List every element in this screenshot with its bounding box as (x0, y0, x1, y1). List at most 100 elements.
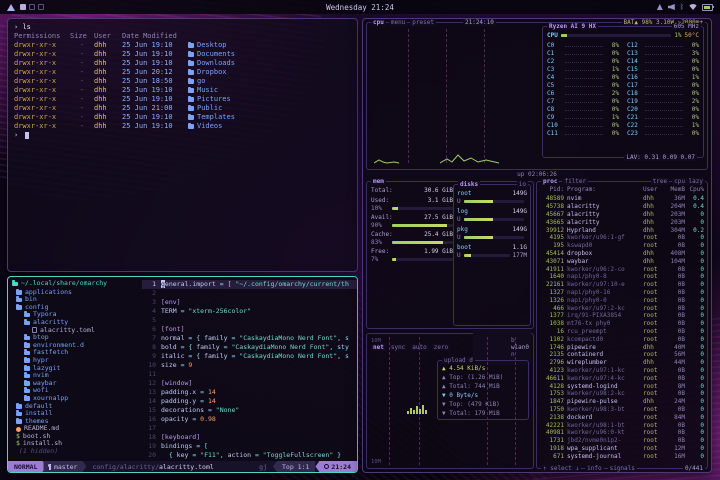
process-option-button[interactable]: tree (651, 178, 669, 185)
code-line[interactable]: 4TERM = "xterm-256color" (142, 307, 357, 316)
code-line[interactable]: 7normal = { family = "CaskaydiaMono Nerd… (142, 334, 357, 343)
process-row[interactable]: 466 kworker/u97:2-kc root 0B 0 (538, 304, 706, 312)
tree-root[interactable]: ~/.local/share/omarchy (12, 280, 142, 288)
graph-gridline (446, 29, 447, 163)
process-row[interactable]: 22161 kworker/u97:10-e root 0B 0 (538, 281, 706, 289)
preset-button[interactable]: preset (410, 19, 436, 26)
process-row[interactable]: 4195 kworker/u96:1-gf root 0B 0 (538, 234, 706, 242)
process-row[interactable]: 1640 napi/phy0-8 root 0B 0 (538, 273, 706, 281)
process-row[interactable]: 1746 pipewire dhh 40M 0 (538, 343, 706, 351)
process-row[interactable]: 45667 alacritty dhh 203M 0 (538, 211, 706, 219)
process-row[interactable]: 1847 pipewire-pulse dhh 24M 0 (538, 398, 706, 406)
wifi-icon[interactable] (689, 4, 697, 10)
info-button[interactable]: info (585, 465, 603, 472)
code-pane[interactable]: 1general.import = [ "~/.config/omarchy/c… (142, 277, 357, 461)
disk-usage-meter (464, 236, 524, 239)
code-line[interactable]: 2 (142, 289, 357, 298)
code-line[interactable]: 19bindings = [ (142, 442, 357, 451)
process-row[interactable]: 46611 kworker/u97:4-kc root 0B 0 (538, 374, 706, 382)
tree-item[interactable]: config (12, 304, 142, 312)
code-line[interactable]: 3[env] (142, 298, 357, 307)
tree-item[interactable]: nvim (12, 372, 142, 380)
process-row[interactable]: 4128 systemd-logind root 8M 0 (538, 382, 706, 390)
process-row[interactable]: 4123 kworker/u97:1-kc root 0B 0 (538, 367, 706, 375)
code-line[interactable]: 16opacity = 0.98 (142, 415, 357, 424)
code-line[interactable]: 13padding.x = 14 (142, 388, 357, 397)
process-row[interactable]: 1326 napi/phy0-0 root 0B 0 (538, 296, 706, 304)
process-row[interactable]: 1918 wpa_supplicant root 12M 0 (538, 445, 706, 453)
workspace-dot[interactable] (20, 4, 26, 10)
filter-button[interactable]: filter (562, 178, 588, 185)
tree-item[interactable]: environment.d (12, 342, 142, 350)
process-row[interactable]: 45738 alacritty dhh 204M 0.4 (538, 203, 706, 211)
network-stats-title[interactable]: upload d (442, 357, 475, 364)
process-row[interactable]: 43665 alacritty dhh 203M 0 (538, 218, 706, 226)
tree-item[interactable]: fastfetch (12, 349, 142, 357)
process-row[interactable]: 2796 wireplumber dhh 44M 0 (538, 359, 706, 367)
process-option-button[interactable]: cpu lazy (672, 178, 705, 185)
code-line[interactable]: 6[font] (142, 325, 357, 334)
process-row[interactable]: 16 rcu_preempt root 0B 0 (538, 328, 706, 336)
code-line[interactable]: 1general.import = [ "~/.config/omarchy/c… (142, 280, 357, 289)
process-row[interactable]: 1750 kworker/u98:3-bt root 0B 0 (538, 406, 706, 414)
code-line[interactable]: 9italic = { family = "CaskaydiaMono Nerd… (142, 352, 357, 361)
tree-item[interactable]: hypr (12, 357, 142, 365)
code-line[interactable]: 14padding.y = 14 (142, 397, 357, 406)
tree-item[interactable]: (1 hidden) (12, 448, 142, 456)
process-row[interactable]: 1038 mt76-tx phy0 root 0B 0 (538, 320, 706, 328)
process-cpu: 0 (688, 336, 704, 343)
process-row[interactable]: 1731 jbd2/nvme0n1p2- root 0B 0 (538, 437, 706, 445)
terminal-prompt-line[interactable]: › (14, 131, 351, 140)
code-line[interactable]: 11 (142, 370, 357, 379)
code-line[interactable]: 12[window] (142, 379, 357, 388)
core-graph (645, 123, 683, 127)
tree-item[interactable]: waybar (12, 380, 142, 388)
network-mode-button[interactable]: zero (432, 344, 450, 351)
menu-button[interactable]: menu (389, 19, 407, 26)
code-line[interactable]: 5 (142, 316, 357, 325)
network-mode-button[interactable]: sync (389, 344, 407, 351)
process-row[interactable]: 671 systemd-journal root 16M 0 (538, 452, 706, 460)
process-row[interactable]: 195 kswapd0 root 0B 0 (538, 242, 706, 250)
volume-icon[interactable] (668, 4, 675, 10)
process-row[interactable]: 1753 kworker/u98:2-kc root 0B 0 (538, 390, 706, 398)
battery-icon[interactable] (702, 4, 713, 11)
disk-name: pkg (457, 226, 468, 234)
process-row[interactable]: 40981 kworker/u96:0-kt root 0B 0 (538, 429, 706, 437)
process-row[interactable]: 1102 kcompactd0 root 0B 0 (538, 335, 706, 343)
network-icon[interactable] (657, 4, 663, 10)
tree-item[interactable]: Typora (12, 311, 142, 319)
disk-usage-meter (464, 218, 524, 221)
folder-icon (188, 70, 194, 75)
code-line[interactable]: 15decorations = "None" (142, 406, 357, 415)
os-logo-icon[interactable] (7, 4, 15, 11)
process-row[interactable]: 1377 irq/91-PIXA3854 root 0B 0 (538, 312, 706, 320)
process-row[interactable]: 43071 waybar dhh 104M 0 (538, 257, 706, 265)
process-row[interactable]: 1327 napi/phy0-16 root 0B 0 (538, 289, 706, 297)
tree-item[interactable]: lazygit (12, 365, 142, 373)
process-cpu: 0 (688, 422, 704, 429)
tree-item[interactable]: wofi (12, 387, 142, 395)
tree-item[interactable]: alacritty.toml (12, 327, 142, 335)
code-line[interactable]: 20 { key = "F11", action = "ToggleFullsc… (142, 451, 357, 460)
io-mode-button[interactable]: io (517, 181, 528, 188)
core-row: C15 0% (627, 65, 699, 73)
process-row[interactable]: 41911 kworker/u96:2-co root 0B 0 (538, 265, 706, 273)
workspace-dot[interactable] (29, 4, 35, 10)
bluetooth-icon[interactable]: ᛒ (680, 4, 684, 10)
workspace-dot[interactable] (38, 4, 44, 10)
core-name: C4 (547, 74, 563, 81)
process-row[interactable]: 45414 dropbox dhh 408M 0 (538, 250, 706, 258)
process-row[interactable]: 2135 containerd root 56M 0 (538, 351, 706, 359)
code-line[interactable]: 17 (142, 424, 357, 433)
git-branch[interactable]: master (43, 461, 86, 472)
process-row[interactable]: 2138 dockerd root 84M 0 (538, 413, 706, 421)
process-row[interactable]: 39912 Hyprland dhh 304M 0.2 (538, 226, 706, 234)
code-line[interactable]: 8bold = { family = "CaskaydiaMono Nerd F… (142, 343, 357, 352)
process-row[interactable]: 42221 kworker/u98:1-bt root 0B 0 (538, 421, 706, 429)
signals-button[interactable]: signals (608, 465, 637, 472)
process-row[interactable]: 48589 nvim dhh 36M 0.4 (538, 195, 706, 203)
code-line[interactable]: 18[keyboard] (142, 433, 357, 442)
select-buttons[interactable]: ↑ select ↓ (541, 465, 581, 472)
code-line[interactable]: 10size = 9 (142, 361, 357, 370)
